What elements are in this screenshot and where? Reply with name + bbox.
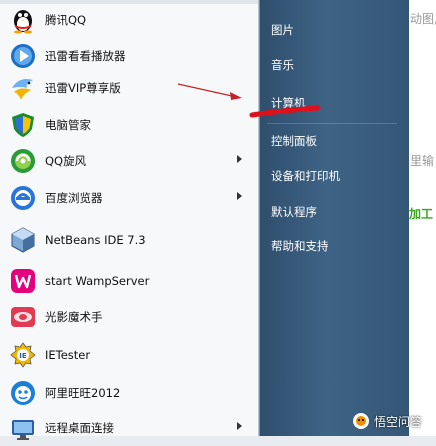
qq-penguin-icon — [8, 5, 38, 35]
svg-text:IE: IE — [19, 352, 27, 360]
program-item-label: 阿里旺旺2012 — [45, 386, 121, 400]
baidu-browser-icon — [8, 183, 38, 213]
places-separator — [267, 123, 397, 124]
program-item-label: 百度浏览器 — [45, 191, 103, 205]
program-item-label: start WampServer — [45, 274, 150, 288]
program-item[interactable]: 百度浏览器 — [8, 180, 252, 216]
background-text-mid: 里输 — [410, 154, 435, 168]
neoimaging-icon — [8, 302, 38, 332]
submenu-arrow-icon[interactable] — [237, 192, 242, 200]
start-menu-programs-panel: 腾讯QQ 迅雷看看播放器 迅雷VIP尊享版 电脑管家 QQ旋风百度浏览器 NetBeans… — [0, 0, 259, 440]
wukong-logo-icon — [353, 413, 369, 429]
program-item[interactable]: QQ旋风 — [8, 143, 252, 179]
program-item-label: 迅雷看看播放器 — [45, 49, 126, 63]
program-item-label: NetBeans IDE 7.3 — [45, 233, 146, 247]
watermark-label: 悟空问答 — [374, 414, 423, 429]
xunlei-bird-icon — [8, 73, 38, 103]
ietester-icon: IE — [8, 340, 38, 370]
program-item-label: IETester — [45, 348, 91, 362]
program-item[interactable]: 阿里旺旺2012 — [8, 375, 252, 411]
program-item[interactable]: 光影魔术手 — [8, 299, 252, 335]
program-item[interactable]: IE IETester — [8, 337, 252, 373]
places-item[interactable]: 计算机 — [271, 95, 306, 111]
places-item[interactable]: 音乐 — [271, 57, 294, 73]
places-item[interactable]: 控制面板 — [271, 133, 317, 149]
watermark: 悟空问答 — [352, 410, 422, 432]
background-text-top: 动图, — [410, 12, 436, 26]
qq-whirlwind-icon — [8, 146, 38, 176]
xunlei-player-icon — [8, 41, 38, 71]
background-text-green: 加工 — [409, 207, 434, 221]
background-window: 动图, 里输 加工 — [409, 0, 436, 436]
start-menu-places-panel: 图片音乐计算机控制面板设备和打印机 默认程序帮助和支持 — [259, 0, 409, 436]
program-item-label: QQ旋风 — [45, 154, 87, 168]
program-item[interactable]: 迅雷VIP尊享版 — [8, 70, 252, 106]
aliwangwang-icon — [8, 378, 38, 408]
remote-desktop-icon — [8, 413, 38, 443]
program-item[interactable]: 电脑管家 — [8, 107, 252, 143]
submenu-arrow-icon[interactable] — [237, 155, 242, 163]
program-item-label: 光影魔术手 — [45, 310, 103, 324]
netbeans-cube-icon — [8, 225, 38, 255]
program-item-label: 电脑管家 — [45, 118, 91, 132]
program-item[interactable]: NetBeans IDE 7.3 — [8, 222, 252, 258]
places-item[interactable]: 图片 — [271, 22, 294, 38]
program-item-label: 迅雷VIP尊享版 — [45, 81, 121, 95]
wampserver-icon — [8, 266, 38, 296]
pc-manager-shield-icon — [8, 110, 38, 140]
places-item[interactable]: 默认程序 — [271, 204, 317, 220]
places-item[interactable]: 帮助和支持 — [271, 238, 329, 254]
program-item[interactable]: 远程桌面连接 — [8, 410, 252, 446]
places-item[interactable]: 设备和打印机 — [271, 168, 340, 184]
program-item-label: 腾讯QQ — [45, 13, 87, 27]
program-item[interactable]: start WampServer — [8, 263, 252, 299]
submenu-arrow-icon[interactable] — [237, 422, 242, 430]
program-item[interactable]: 腾讯QQ — [8, 2, 252, 38]
program-item[interactable]: 迅雷看看播放器 — [8, 38, 252, 74]
program-item-label: 远程桌面连接 — [45, 421, 114, 435]
